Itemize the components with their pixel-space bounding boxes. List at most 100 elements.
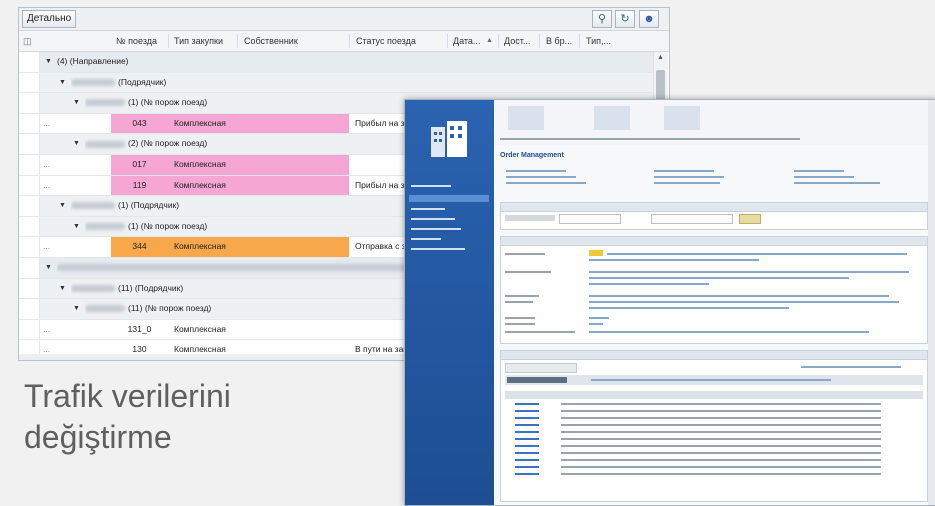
col-in-brigade[interactable]: В бр... bbox=[546, 36, 572, 46]
group-label-text: (1) (№ порож поезд) bbox=[128, 220, 208, 231]
group-row[interactable]: ▼ (4) (Направление) bbox=[19, 52, 653, 73]
row-more-icon[interactable]: ... bbox=[43, 114, 50, 134]
navigation-sidebar bbox=[405, 100, 494, 505]
redacted-name bbox=[85, 223, 125, 230]
redacted-name bbox=[85, 140, 125, 148]
sort-ascending-icon: ▲ bbox=[486, 37, 493, 44]
expand-toggle-icon[interactable]: ▼ bbox=[59, 196, 66, 216]
col-train-status[interactable]: Статус поезда bbox=[356, 36, 416, 46]
order-main-area: Order Management bbox=[494, 100, 935, 505]
owner-cell bbox=[237, 237, 349, 257]
row-more-icon[interactable]: ... bbox=[43, 155, 50, 175]
owner-cell bbox=[237, 154, 349, 175]
order-top-toolbar bbox=[494, 100, 935, 145]
nav-item[interactable] bbox=[411, 238, 441, 240]
grid-toolbar: Детально ⚲ ↻ ☻ bbox=[19, 8, 669, 31]
group-label: (11) (№ порож поезд) bbox=[85, 299, 211, 319]
nav-item[interactable] bbox=[411, 185, 451, 187]
orders-table-panel bbox=[500, 350, 928, 502]
nav-item[interactable] bbox=[411, 248, 465, 250]
expand-toggle-icon[interactable]: ▼ bbox=[73, 299, 80, 319]
col-delivery[interactable]: Дост... bbox=[504, 36, 530, 46]
purchase-type-cell: Комплексная bbox=[168, 237, 237, 257]
row-selector[interactable] bbox=[19, 154, 40, 175]
purchase-type-cell: Комплексная bbox=[168, 175, 237, 196]
train-number-cell: 119 bbox=[111, 175, 168, 196]
app-logo-icon bbox=[431, 121, 467, 157]
user-settings-icon[interactable]: ☻ bbox=[639, 10, 659, 28]
train-number-cell: 017 bbox=[111, 154, 168, 175]
group-label: (1) (№ порож поезд) bbox=[85, 93, 207, 113]
group-label: (1) (Подрядчик) bbox=[71, 196, 179, 216]
col-type[interactable]: Тип,... bbox=[586, 36, 611, 46]
group-label-text: (1) (Подрядчик) bbox=[118, 200, 180, 211]
group-label-text: (1) (№ порож поезд) bbox=[128, 97, 208, 108]
purchase-type-cell: Комплексная bbox=[168, 113, 237, 134]
redacted-name bbox=[71, 284, 115, 292]
col-owner[interactable]: Собственник bbox=[244, 36, 298, 46]
expand-toggle-icon[interactable]: ▼ bbox=[73, 134, 80, 154]
expand-toggle-icon[interactable]: ▼ bbox=[59, 73, 66, 93]
expand-toggle-icon[interactable]: ▼ bbox=[73, 217, 80, 237]
group-label: (2) (№ порож поезд) bbox=[85, 134, 207, 154]
redacted-name bbox=[71, 202, 115, 210]
order-management-window: Order Management bbox=[404, 99, 935, 506]
group-label-text: (11) (№ порож поезд) bbox=[128, 303, 212, 314]
refresh-icon[interactable]: ↻ bbox=[615, 10, 635, 28]
nav-item[interactable] bbox=[411, 218, 455, 220]
col-purchase-type[interactable]: Тип закупки bbox=[174, 36, 223, 46]
search-panel bbox=[500, 202, 928, 230]
group-label: (4) (Направление) bbox=[57, 52, 129, 72]
caption: Trafik verilerini değiştirme bbox=[24, 376, 231, 458]
details-button[interactable]: Детально bbox=[22, 10, 77, 28]
details-panel bbox=[500, 236, 928, 344]
row-selector[interactable] bbox=[19, 237, 40, 257]
redacted-name bbox=[85, 99, 125, 107]
search-input[interactable] bbox=[559, 214, 621, 224]
caption-line-1: Trafik verilerini bbox=[24, 378, 231, 414]
nav-item[interactable] bbox=[411, 208, 445, 210]
row-selector[interactable] bbox=[19, 175, 40, 196]
row-more-icon[interactable]: ... bbox=[43, 320, 50, 340]
expand-toggle-icon[interactable]: ▼ bbox=[59, 279, 66, 299]
toolbar-tile[interactable] bbox=[594, 106, 630, 130]
group-label: (Подрядчик) bbox=[71, 73, 166, 93]
table-action-button[interactable] bbox=[505, 363, 577, 373]
col-date[interactable]: Дата... bbox=[453, 36, 480, 46]
nav-item[interactable] bbox=[411, 228, 461, 230]
go-button[interactable] bbox=[739, 214, 761, 224]
caption-line-2: değiştirme bbox=[24, 419, 172, 455]
row-more-icon[interactable]: ... bbox=[43, 176, 50, 196]
group-label-text: (4) (Направление) bbox=[57, 56, 129, 66]
toolbar-tile[interactable] bbox=[664, 106, 700, 130]
owner-cell bbox=[237, 113, 349, 134]
train-number-cell: 043 bbox=[111, 113, 168, 134]
grid-header: ◫ № поезда Тип закупки Собственник Стату… bbox=[19, 31, 669, 52]
redacted-name bbox=[85, 305, 125, 313]
search-icon[interactable]: ⚲ bbox=[592, 10, 612, 28]
row-selector[interactable] bbox=[19, 319, 40, 340]
train-number-cell: 344 bbox=[111, 237, 168, 257]
order-window-scrollbar[interactable] bbox=[928, 100, 935, 505]
owner-cell bbox=[237, 320, 349, 340]
purchase-type-cell: Комплексная bbox=[174, 323, 226, 334]
group-row[interactable]: ▼ (Подрядчик) bbox=[19, 72, 653, 94]
expand-toggle-icon[interactable]: ▼ bbox=[45, 52, 52, 72]
layout-icon[interactable]: ◫ bbox=[23, 36, 32, 47]
toolbar-tile[interactable] bbox=[508, 106, 544, 130]
group-label-text: (11) (Подрядчик) bbox=[118, 282, 184, 293]
group-label-text: (Подрядчик) bbox=[118, 76, 167, 87]
page-title: Order Management bbox=[500, 152, 564, 159]
expand-toggle-icon[interactable]: ▼ bbox=[73, 93, 80, 113]
group-label-text: (2) (№ порож поезд) bbox=[128, 138, 208, 149]
owner-cell bbox=[237, 175, 349, 196]
row-more-icon[interactable]: ... bbox=[43, 237, 50, 257]
nav-item-active[interactable] bbox=[409, 195, 489, 202]
purchase-type-cell: Комплексная bbox=[168, 154, 237, 175]
col-train-number[interactable]: № поезда bbox=[116, 36, 157, 46]
expand-toggle-icon[interactable]: ▼ bbox=[45, 258, 52, 278]
group-label: (11) (Подрядчик) bbox=[71, 279, 183, 299]
train-number-cell: 131_0 bbox=[127, 323, 152, 334]
row-selector[interactable] bbox=[19, 113, 40, 134]
filter-input[interactable] bbox=[651, 214, 733, 224]
